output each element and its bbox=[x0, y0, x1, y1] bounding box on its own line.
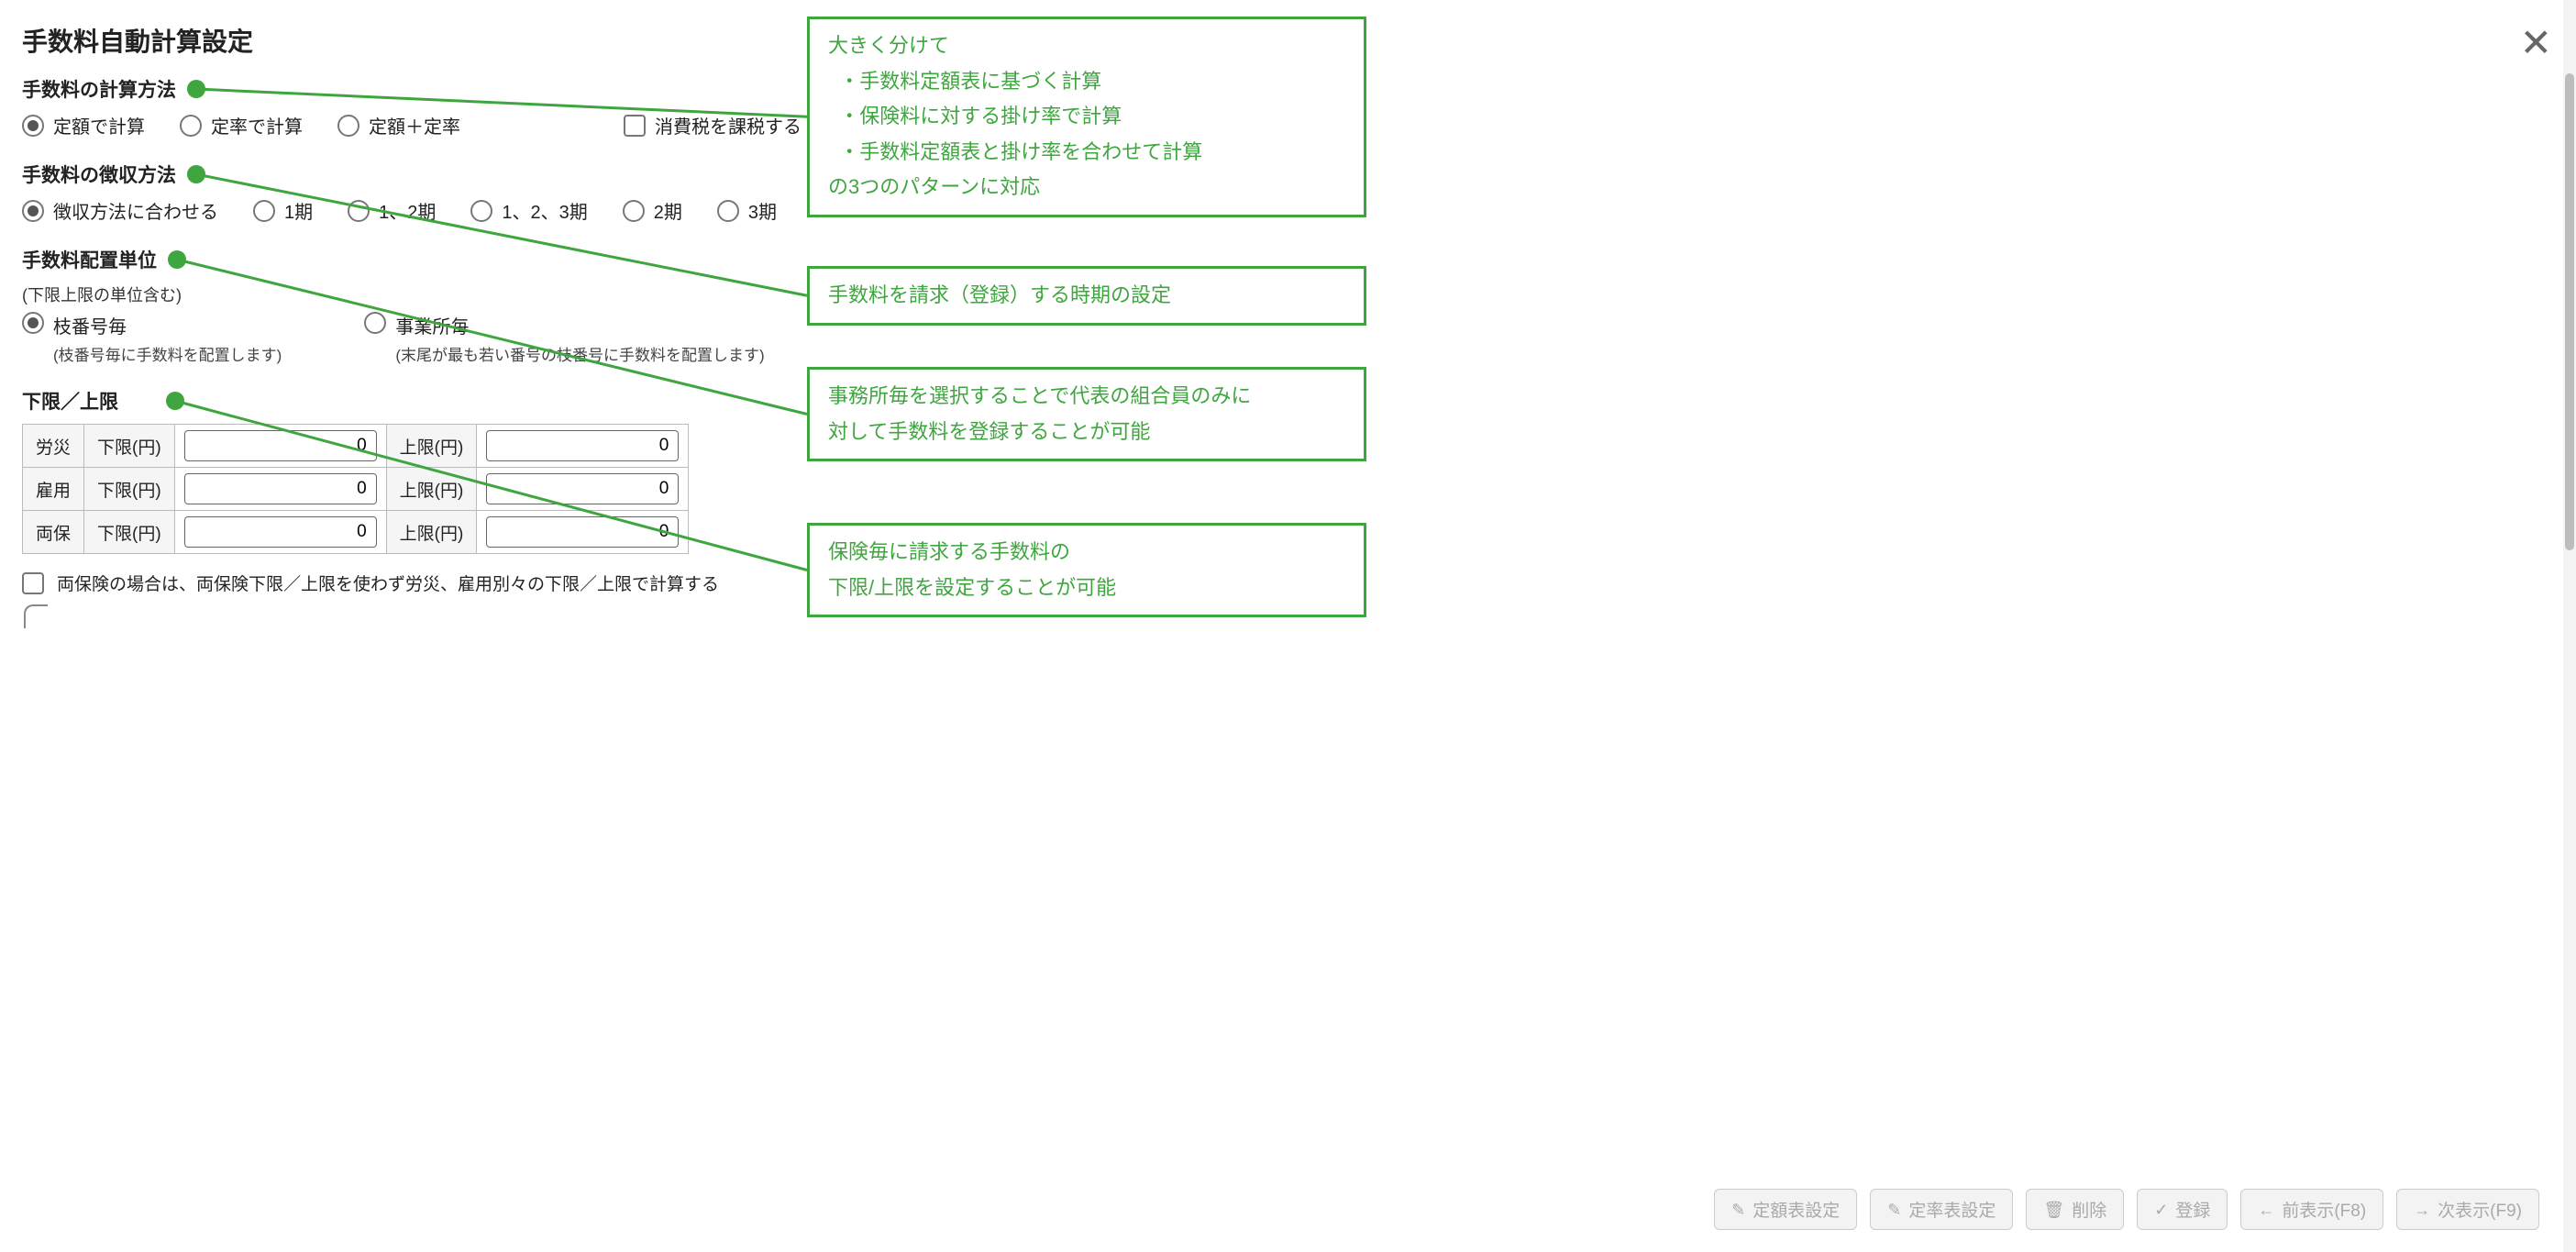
high-label: 上限(円) bbox=[386, 468, 477, 511]
button-label: 定率表設定 bbox=[1908, 1197, 1996, 1222]
table-row: 雇用 下限(円) 上限(円) bbox=[23, 468, 689, 511]
radio-term-3[interactable]: 3期 bbox=[717, 197, 777, 224]
close-icon[interactable]: ✕ bbox=[2520, 24, 2552, 62]
button-label: 定額表設定 bbox=[1752, 1197, 1840, 1222]
fixed-table-settings-button[interactable]: ✎ 定額表設定 bbox=[1714, 1189, 1857, 1230]
radio-icon bbox=[470, 200, 492, 222]
radio-icon bbox=[364, 312, 386, 334]
checkbox-tax[interactable]: 消費税を課税する bbox=[624, 112, 802, 138]
button-label: 次表示(F9) bbox=[2438, 1197, 2522, 1222]
radio-fixed-rate[interactable]: 定率で計算 bbox=[180, 112, 303, 138]
footer-buttons: ✎ 定額表設定 ✎ 定率表設定 🗑 削除 ✓ 登録 ← 前表示(F8) → 次表… bbox=[1714, 1189, 2539, 1230]
radio-term-12[interactable]: 1、2期 bbox=[348, 197, 436, 224]
row-name: 労災 bbox=[23, 425, 84, 468]
checkbox-label: 消費税を課税する bbox=[655, 112, 802, 138]
scrollbar-track[interactable] bbox=[2563, 0, 2576, 1252]
annotation-callout-placement-unit: 事務所毎を選択することで代表の組合員のみに 対して手数料を登録することが可能 bbox=[807, 367, 1366, 461]
annotation-callout-calc-method: 大きく分けて ・手数料定額表に基づく計算 ・保険料に対する掛け率で計算 ・手数料… bbox=[807, 17, 1366, 217]
radio-label: 徴収方法に合わせる bbox=[53, 197, 218, 224]
annotation-dot-icon bbox=[187, 80, 205, 98]
both-split-label: 両保険の場合は、両保険下限／上限を使わず労災、雇用別々の下限／上限で計算する bbox=[57, 571, 719, 595]
register-button[interactable]: ✓ 登録 bbox=[2137, 1189, 2228, 1230]
radio-label: 1期 bbox=[284, 197, 313, 224]
radio-icon bbox=[348, 200, 370, 222]
scrollbar-thumb[interactable] bbox=[2565, 73, 2574, 550]
button-label: 登録 bbox=[2175, 1197, 2210, 1222]
annotation-callout-collect-method: 手数料を請求（登録）する時期の設定 bbox=[807, 266, 1366, 326]
annotation-dot-icon bbox=[187, 165, 205, 183]
placement-unit-title: 手数料配置単位 bbox=[22, 246, 157, 273]
high-label: 上限(円) bbox=[386, 511, 477, 554]
radio-icon bbox=[22, 200, 44, 222]
radio-label: 定率で計算 bbox=[211, 112, 303, 138]
high-input-ryouho[interactable] bbox=[486, 516, 679, 548]
radio-label: 1、2期 bbox=[379, 197, 436, 224]
radio-term-1[interactable]: 1期 bbox=[253, 197, 313, 224]
annotation-dot-icon bbox=[168, 250, 186, 269]
radio-term-123[interactable]: 1、2、3期 bbox=[470, 197, 587, 224]
button-label: 前表示(F8) bbox=[2282, 1197, 2366, 1222]
radio-label: 事業所毎 bbox=[395, 312, 764, 338]
high-input-koyou[interactable] bbox=[486, 473, 679, 504]
radio-icon bbox=[253, 200, 275, 222]
calc-method-title: 手数料の計算方法 bbox=[22, 75, 176, 103]
button-label: 削除 bbox=[2072, 1197, 2106, 1222]
radio-per-office[interactable]: 事業所毎 (末尾が最も若い番号の枝番号に手数料を配置します) bbox=[364, 312, 764, 365]
edit-icon: ✎ bbox=[1731, 1202, 1745, 1218]
radio-icon bbox=[623, 200, 645, 222]
checkbox-both-split[interactable] bbox=[22, 572, 44, 594]
table-row: 両保 下限(円) 上限(円) bbox=[23, 511, 689, 554]
low-input-koyou[interactable] bbox=[184, 473, 377, 504]
row-name: 両保 bbox=[23, 511, 84, 554]
radio-follow-method[interactable]: 徴収方法に合わせる bbox=[22, 197, 218, 224]
arrow-right-icon: → bbox=[2414, 1202, 2430, 1218]
next-button[interactable]: → 次表示(F9) bbox=[2396, 1189, 2539, 1230]
trash-icon: 🗑 bbox=[2043, 1202, 2064, 1218]
radio-help: (枝番号毎に手数料を配置します) bbox=[53, 342, 282, 365]
low-label: 下限(円) bbox=[84, 468, 175, 511]
radio-fixed-amount[interactable]: 定額で計算 bbox=[22, 112, 145, 138]
high-input-rousai[interactable] bbox=[486, 430, 679, 461]
radio-icon bbox=[180, 115, 202, 137]
rate-table-settings-button[interactable]: ✎ 定率表設定 bbox=[1870, 1189, 2013, 1230]
check-icon: ✓ bbox=[2154, 1202, 2168, 1218]
low-input-rousai[interactable] bbox=[184, 430, 377, 461]
checkbox-icon bbox=[624, 115, 646, 137]
edit-icon: ✎ bbox=[1887, 1202, 1901, 1218]
radio-label: 定額で計算 bbox=[53, 112, 145, 138]
radio-icon bbox=[22, 115, 44, 137]
low-label: 下限(円) bbox=[84, 511, 175, 554]
radio-term-2[interactable]: 2期 bbox=[623, 197, 682, 224]
radio-label: 定額＋定率 bbox=[369, 112, 460, 138]
radio-icon bbox=[22, 312, 44, 334]
arrow-left-icon: ← bbox=[2258, 1202, 2274, 1218]
low-input-ryouho[interactable] bbox=[184, 516, 377, 548]
radio-amount-plus-rate[interactable]: 定額＋定率 bbox=[337, 112, 460, 138]
bracket-stub-icon bbox=[24, 604, 48, 628]
annotation-dot-icon bbox=[166, 392, 184, 410]
radio-icon bbox=[337, 115, 359, 137]
limits-table: 労災 下限(円) 上限(円) 雇用 下限(円) 上限(円) 両保 下限(円) 上… bbox=[22, 424, 689, 554]
high-label: 上限(円) bbox=[386, 425, 477, 468]
radio-label: 2期 bbox=[654, 197, 682, 224]
collect-method-title: 手数料の徴収方法 bbox=[22, 161, 176, 188]
annotation-callout-limits: 保険毎に請求する手数料の 下限/上限を設定することが可能 bbox=[807, 523, 1366, 617]
radio-help: (末尾が最も若い番号の枝番号に手数料を配置します) bbox=[395, 342, 764, 365]
radio-label: 1、2、3期 bbox=[502, 197, 587, 224]
radio-icon bbox=[717, 200, 739, 222]
radio-per-branch[interactable]: 枝番号毎 (枝番号毎に手数料を配置します) bbox=[22, 312, 282, 365]
radio-label: 枝番号毎 bbox=[53, 312, 282, 338]
low-label: 下限(円) bbox=[84, 425, 175, 468]
row-name: 雇用 bbox=[23, 468, 84, 511]
prev-button[interactable]: ← 前表示(F8) bbox=[2240, 1189, 2383, 1230]
limits-title: 下限／上限 bbox=[22, 387, 118, 415]
table-row: 労災 下限(円) 上限(円) bbox=[23, 425, 689, 468]
radio-label: 3期 bbox=[748, 197, 777, 224]
delete-button[interactable]: 🗑 削除 bbox=[2026, 1189, 2124, 1230]
